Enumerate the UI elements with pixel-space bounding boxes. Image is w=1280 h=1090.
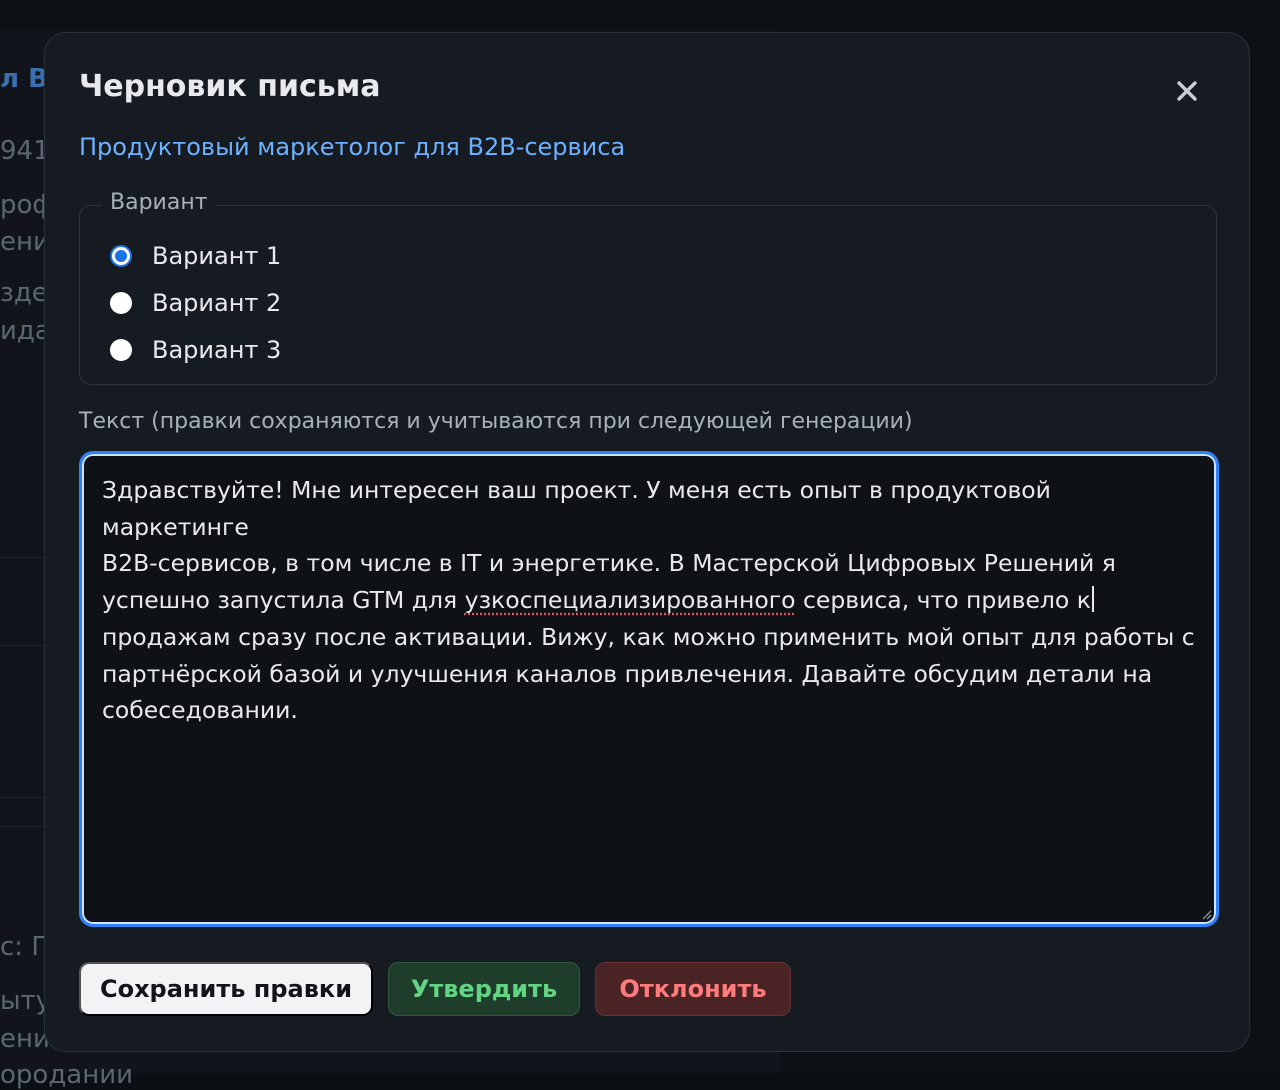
close-button[interactable]: [1169, 73, 1205, 109]
variant-radio-group: Вариант Вариант 1 Вариант 2 Вариант 3: [79, 190, 1217, 385]
variant-label: Вариант 3: [152, 336, 282, 364]
resize-grip-icon[interactable]: [1200, 908, 1212, 920]
variant-legend: Вариант: [102, 190, 216, 215]
save-changes-button[interactable]: Сохранить правки: [79, 962, 373, 1016]
approve-button[interactable]: Утвердить: [388, 962, 580, 1016]
text-line: собеседовании.: [102, 696, 298, 725]
text-line: партнёрской базой и улучшения каналов пр…: [102, 659, 1153, 688]
draft-letter-modal: Черновик письма Продуктовый маркетолог д…: [44, 32, 1250, 1052]
text-line: B2B-сервисов, в том числе в IT и энергет…: [102, 549, 1116, 578]
variant-label: Вариант 1: [152, 242, 282, 270]
variant-option-1[interactable]: Вариант 1: [110, 242, 281, 270]
variant-option-2[interactable]: Вариант 2: [110, 289, 281, 317]
radio-unchecked[interactable]: [110, 339, 132, 361]
variant-option-3[interactable]: Вариант 3: [110, 336, 281, 364]
misspelled-word: узкоспециализированного: [464, 586, 796, 615]
variant-label: Вариант 2: [152, 289, 282, 317]
modal-title: Черновик письма: [79, 69, 381, 104]
text-caret: [1091, 586, 1094, 613]
reject-button[interactable]: Отклонить: [595, 962, 791, 1016]
text-line: сервиса, что привело к: [795, 586, 1091, 615]
vacancy-link[interactable]: Продуктовый маркетолог для B2B-сервиса: [79, 133, 625, 161]
radio-unchecked[interactable]: [110, 292, 132, 314]
background-text: ородании: [0, 1060, 134, 1090]
text-line: успешно запустила GTM для: [102, 586, 465, 615]
text-field-label: Текст (правки сохраняются и учитываются …: [79, 409, 913, 434]
text-line: продажам сразу после активации. Вижу, ка…: [102, 622, 1195, 651]
letter-text-area[interactable]: Здравствуйте! Мне интересен ваш проект. …: [79, 451, 1219, 927]
text-line: Здравствуйте! Мне интересен ваш проект. …: [102, 476, 1059, 541]
radio-checked[interactable]: [110, 245, 132, 267]
close-icon: [1177, 81, 1197, 101]
